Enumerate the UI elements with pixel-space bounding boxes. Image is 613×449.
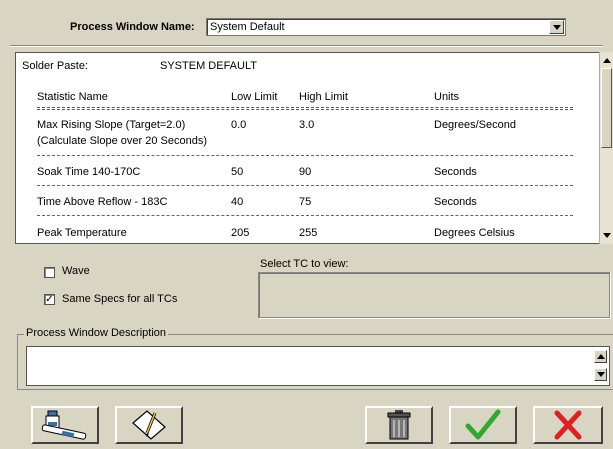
header-divider	[37, 107, 573, 110]
wave-checkbox[interactable]	[44, 267, 55, 278]
row-divider	[37, 185, 573, 186]
scroll-down-icon[interactable]	[603, 233, 611, 238]
solder-paste-button[interactable]	[31, 406, 99, 444]
solder-paste-icon	[41, 410, 87, 440]
header-low-limit: Low Limit	[231, 91, 278, 103]
row-low: 40	[231, 196, 244, 208]
header-high-limit: High Limit	[299, 91, 348, 103]
separator	[10, 45, 603, 47]
edit-note-icon	[132, 410, 166, 440]
chevron-down-icon	[552, 24, 561, 30]
row-low: 50	[231, 166, 244, 178]
trash-icon	[387, 410, 411, 440]
select-tc-label: Select TC to view:	[260, 258, 349, 270]
checkmark-icon	[465, 409, 501, 440]
row-name-detail: (Calculate Slope over 20 Seconds)	[37, 135, 207, 147]
row-name: Soak Time 140-170C	[37, 166, 141, 178]
dropdown-button[interactable]	[549, 20, 564, 34]
scroll-up-icon[interactable]	[603, 58, 611, 63]
row-name: Time Above Reflow - 183C	[37, 196, 168, 208]
same-specs-label: Same Specs for all TCs	[62, 293, 178, 305]
row-divider	[37, 155, 573, 156]
scroll-thumb[interactable]	[601, 68, 612, 148]
scroll-down-icon	[596, 372, 605, 377]
x-icon	[554, 410, 582, 440]
row-units: Degrees/Second	[434, 119, 516, 131]
row-units: Seconds	[434, 196, 477, 208]
row-low: 0.0	[231, 119, 247, 131]
wave-label: Wave	[62, 265, 90, 277]
row-high: 90	[299, 166, 312, 178]
description-scroll-up[interactable]	[594, 350, 607, 363]
process-window-label: Process Window Name:	[70, 21, 195, 33]
row-low: 205	[231, 227, 250, 239]
header-units: Units	[434, 91, 460, 103]
description-textarea[interactable]	[26, 346, 610, 386]
ok-button[interactable]	[449, 406, 517, 444]
row-divider	[37, 215, 573, 216]
row-name: Peak Temperature	[37, 227, 127, 239]
row-units: Degrees Celsius	[434, 227, 515, 239]
row-name: Max Rising Slope (Target=2.0)	[37, 119, 186, 131]
process-window-select[interactable]: System Default	[206, 18, 566, 36]
cancel-button[interactable]	[533, 406, 603, 444]
statistics-scrollbar[interactable]	[599, 52, 613, 244]
description-scroll-down[interactable]	[594, 368, 607, 381]
description-legend: Process Window Description	[24, 327, 168, 339]
scroll-up-icon	[596, 354, 605, 359]
same-specs-checkbox[interactable]: ✓	[44, 294, 55, 305]
statistics-panel[interactable]: Solder Paste: SYSTEM DEFAULT Statistic N…	[15, 52, 600, 244]
row-high: 75	[299, 196, 312, 208]
row-high: 255	[299, 227, 318, 239]
solder-paste-value: SYSTEM DEFAULT	[160, 60, 257, 72]
tc-selector[interactable]	[258, 272, 610, 318]
edit-button[interactable]	[115, 406, 183, 444]
delete-button[interactable]	[365, 406, 433, 444]
process-window-selected: System Default	[210, 21, 285, 33]
solder-paste-label: Solder Paste:	[22, 60, 89, 72]
row-high: 3.0	[299, 119, 315, 131]
row-units: Seconds	[434, 166, 477, 178]
header-statistic-name: Statistic Name	[37, 91, 108, 103]
